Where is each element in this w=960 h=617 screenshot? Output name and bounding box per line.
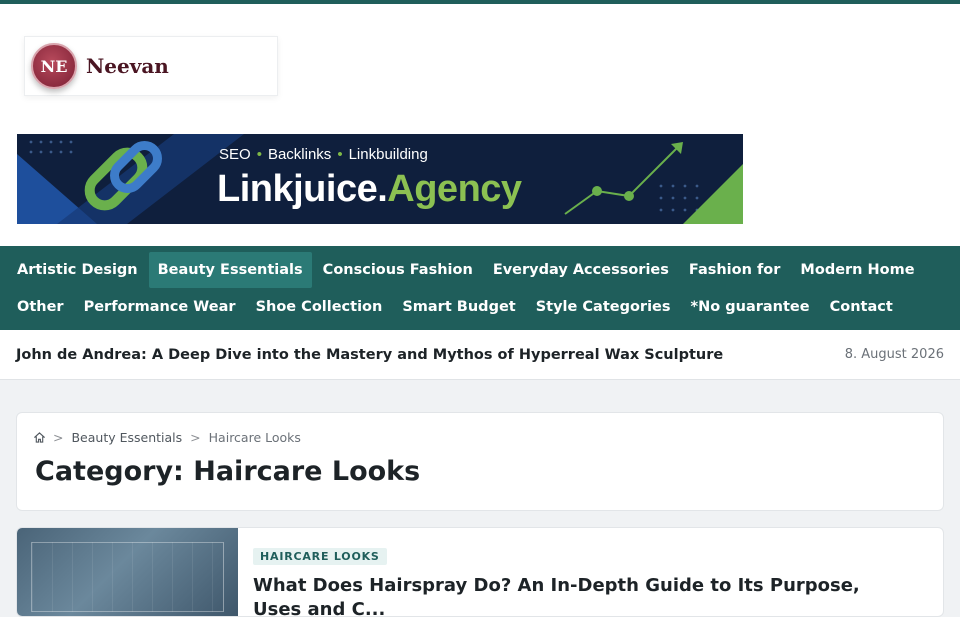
banner-title: Linkjuice.Agency xyxy=(217,168,522,211)
banner-title-accent: Agency xyxy=(387,168,522,210)
ticker-headline-link[interactable]: John de Andrea: A Deep Dive into the Mas… xyxy=(16,347,723,363)
nav-item-beauty-essentials[interactable]: Beauty Essentials xyxy=(148,251,312,288)
breadcrumb-separator: > xyxy=(53,430,64,445)
nav-row-2: Other Performance Wear Shoe Collection S… xyxy=(8,288,952,325)
page-title: Category: Haircare Looks xyxy=(35,456,421,487)
banner-tag-backlinks: Backlinks xyxy=(267,146,332,163)
nav-item-performance-wear[interactable]: Performance Wear xyxy=(75,289,245,325)
nav-item-conscious-fashion[interactable]: Conscious Fashion xyxy=(314,252,482,288)
nav-item-style-categories[interactable]: Style Categories xyxy=(527,289,680,325)
nav-item-smart-budget[interactable]: Smart Budget xyxy=(393,289,524,325)
site-logo[interactable]: NE Neevan xyxy=(24,36,278,96)
main-navigation: Artistic Design Beauty Essentials Consci… xyxy=(0,246,960,330)
nav-item-everyday-accessories[interactable]: Everyday Accessories xyxy=(484,252,678,288)
breadcrumb-current: Haircare Looks xyxy=(208,430,301,445)
nav-item-shoe-collection[interactable]: Shoe Collection xyxy=(247,289,392,325)
category-header-card: > Beauty Essentials > Haircare Looks Cat… xyxy=(16,412,944,511)
ad-banner[interactable]: SEO • Backlinks • Linkbuilding Linkjuice.Age… xyxy=(17,134,743,224)
nav-item-artistic-design[interactable]: Artistic Design xyxy=(8,252,147,288)
breadcrumb: > Beauty Essentials > Haircare Looks xyxy=(34,430,301,445)
logo-name: Neevan xyxy=(86,54,169,78)
banner-title-main: Linkjuice. xyxy=(217,168,388,210)
ticker-date: 8. August 2026 xyxy=(844,347,944,362)
nav-item-other[interactable]: Other xyxy=(8,289,73,325)
site-header: NE Neevan SEO • Backlinks • Linkbuilding… xyxy=(0,4,960,246)
news-ticker: John de Andrea: A Deep Dive into the Mas… xyxy=(0,330,960,380)
growth-chart-icon xyxy=(564,142,683,215)
post-thumbnail[interactable] xyxy=(17,528,238,616)
post-category-badge[interactable]: HAIRCARE LOOKS xyxy=(253,548,387,565)
logo-emblem-icon: NE xyxy=(31,43,77,89)
banner-tag-linkbuilding: Linkbuilding xyxy=(348,146,428,163)
nav-item-modern-home[interactable]: Modern Home xyxy=(791,252,923,288)
logo-initials: NE xyxy=(40,56,68,76)
home-icon[interactable] xyxy=(34,432,45,443)
post-title-link[interactable]: What Does Hairspray Do? An In-Depth Guid… xyxy=(253,574,913,616)
nav-item-contact[interactable]: Contact xyxy=(821,289,902,325)
breadcrumb-beauty-essentials[interactable]: Beauty Essentials xyxy=(71,430,182,445)
breadcrumb-separator: > xyxy=(190,430,201,445)
banner-tagline: SEO • Backlinks • Linkbuilding xyxy=(219,146,428,163)
nav-item-fashion-for[interactable]: Fashion for xyxy=(680,252,790,288)
banner-tag-seo: SEO xyxy=(219,146,251,163)
thumbnail-frame xyxy=(31,542,224,612)
post-card: HAIRCARE LOOKS What Does Hairspray Do? A… xyxy=(16,527,944,617)
nav-row-1: Artistic Design Beauty Essentials Consci… xyxy=(8,251,952,288)
nav-item-no-guarantee[interactable]: *No guarantee xyxy=(682,289,819,325)
